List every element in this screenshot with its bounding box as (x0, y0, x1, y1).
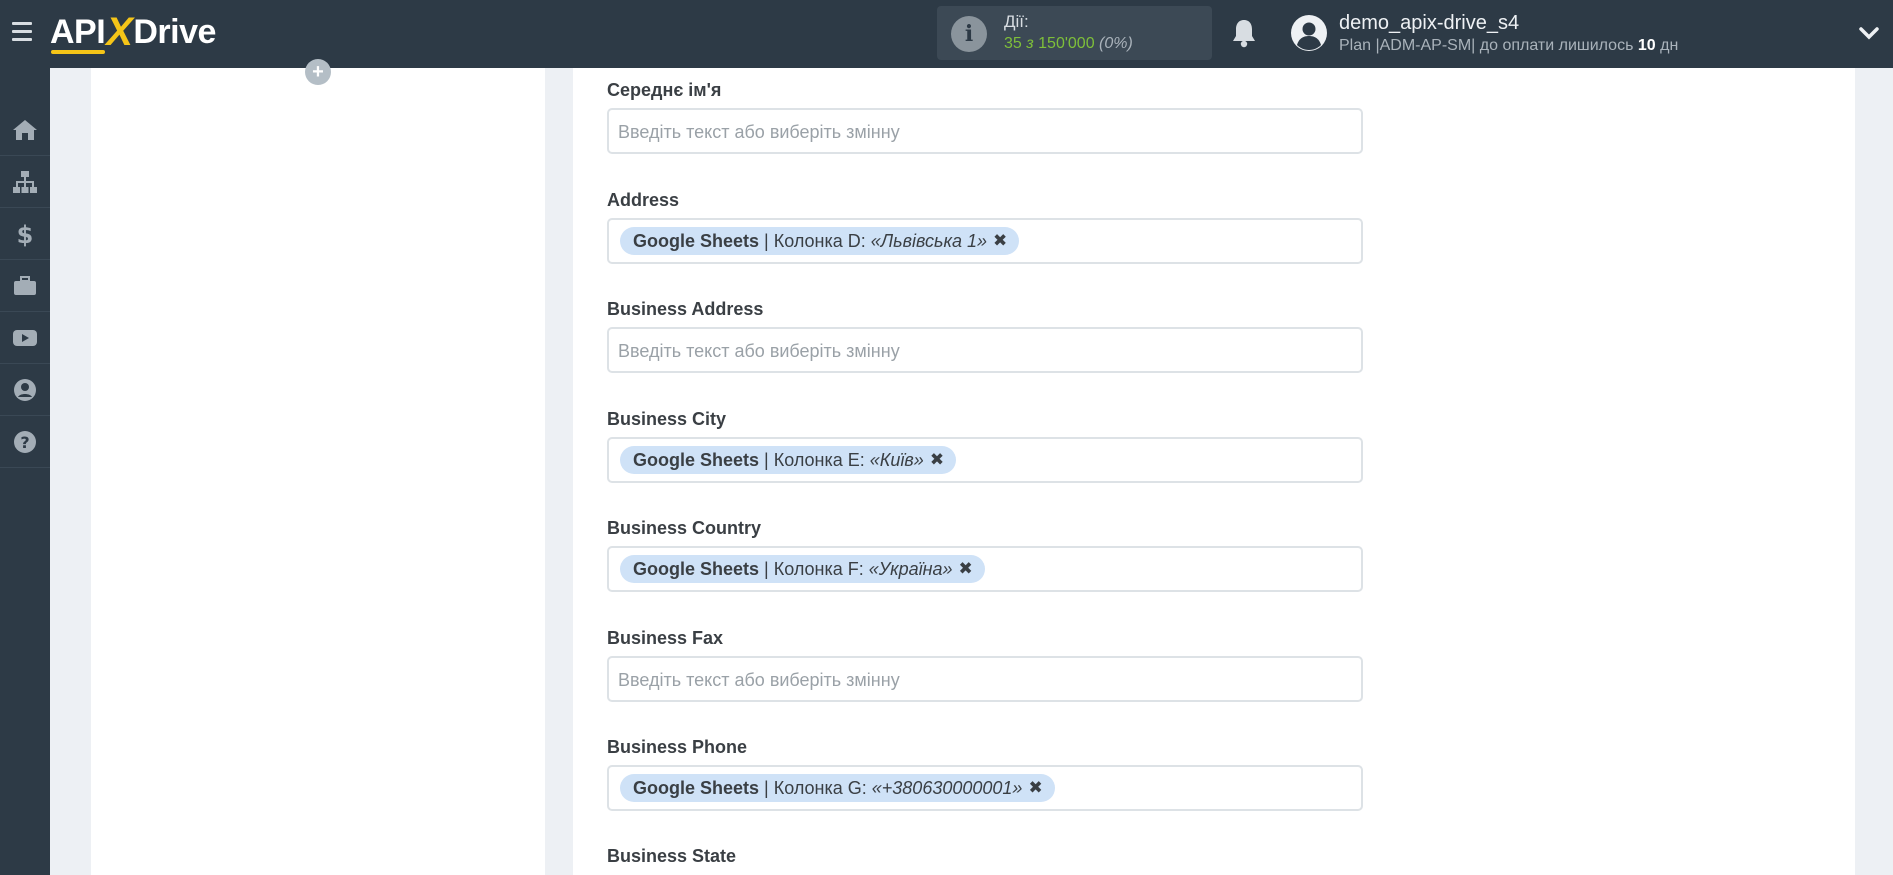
variable-tag: Google Sheets | Колонка E: «Київ» ✖ (620, 446, 957, 474)
sidebar-item-video[interactable] (0, 312, 50, 364)
avatar[interactable] (1290, 14, 1328, 52)
input-placeholder: Введіть текст або виберіть змінну (618, 341, 900, 361)
add-step-button[interactable]: + (305, 59, 331, 85)
sidebar-item-help[interactable]: ? (0, 416, 50, 468)
business-country-input[interactable]: Google Sheets | Колонка F: «Україна» ✖ (607, 546, 1363, 592)
input-placeholder: Введіть текст або виберіть змінну (618, 122, 900, 142)
home-icon (13, 119, 37, 140)
remove-tag-icon[interactable]: ✖ (959, 555, 973, 583)
apix-drive-logo[interactable]: API X Drive (50, 10, 216, 54)
actions-count: 35 з 150'000 (0%) (1004, 35, 1133, 52)
sidebar-item-billing[interactable]: $ (0, 208, 50, 260)
business-fax-input[interactable]: Введіть текст або виберіть змінну (607, 656, 1363, 702)
address-input[interactable]: Google Sheets | Колонка D: «Львівська 1» ✖ (607, 218, 1363, 264)
menu-icon[interactable] (12, 22, 32, 44)
sidebar-item-connections[interactable] (0, 156, 50, 208)
sidebar-item-home[interactable] (0, 104, 50, 156)
sidebar-item-services[interactable] (0, 260, 50, 312)
question-circle-icon: ? (14, 430, 36, 453)
field-label-business-state: Business State (607, 846, 737, 866)
plan-info: Plan |ADM-AP-SM| до оплати лишилось 10 д… (1339, 37, 1679, 54)
sidebar-item-profile[interactable] (0, 364, 50, 416)
field-label-business-city: Business City (607, 409, 727, 429)
actions-label: Дії: (1004, 12, 1029, 31)
field-label-business-fax: Business Fax (607, 628, 724, 648)
input-placeholder: Введіть текст або виберіть змінну (618, 670, 900, 690)
variable-tag: Google Sheets | Колонка G: «+380630000001» ✖ (620, 774, 1055, 802)
remove-tag-icon[interactable]: ✖ (993, 227, 1007, 255)
svg-text:$: $ (17, 221, 34, 247)
business-phone-input[interactable]: Google Sheets | Колонка G: «+380630000001» ✖ (607, 765, 1363, 811)
field-label-business-address: Business Address (607, 299, 764, 319)
left-panel (91, 68, 545, 875)
remove-tag-icon[interactable]: ✖ (930, 446, 944, 474)
username[interactable]: demo_apix-drive_s4 (1339, 12, 1519, 35)
business-city-input[interactable]: Google Sheets | Колонка E: «Київ» ✖ (607, 437, 1363, 483)
middle-name-input[interactable]: Введіть текст або виберіть змінну (607, 108, 1363, 154)
chevron-down-icon[interactable] (1858, 25, 1880, 41)
logo-underline (51, 50, 105, 54)
field-label-address: Address (607, 190, 680, 210)
dollar-icon: $ (17, 221, 34, 247)
field-label-business-phone: Business Phone (607, 737, 748, 757)
bell-icon[interactable] (1230, 18, 1258, 48)
field-label-business-country: Business Country (607, 518, 762, 538)
user-circle-icon (14, 378, 36, 401)
sitemap-icon (13, 170, 37, 193)
briefcase-icon (14, 275, 36, 295)
field-label-middle-name: Середнє ім'я (607, 80, 722, 100)
svg-text:?: ? (20, 433, 29, 452)
actions-counter[interactable]: i Дії: 35 з 150'000 (0%) (937, 6, 1212, 60)
youtube-icon (13, 329, 37, 346)
info-icon: i (951, 16, 987, 52)
top-bar: API X Drive i Дії: 35 з 150'000 (0%) demo_… (0, 0, 1893, 68)
remove-tag-icon[interactable]: ✖ (1028, 774, 1042, 802)
variable-tag: Google Sheets | Колонка F: «Україна» ✖ (620, 555, 985, 583)
variable-tag: Google Sheets | Колонка D: «Львівська 1» ✖ (620, 227, 1020, 255)
sidebar: $ ? (0, 68, 50, 875)
business-address-input[interactable]: Введіть текст або виберіть змінну (607, 327, 1363, 373)
